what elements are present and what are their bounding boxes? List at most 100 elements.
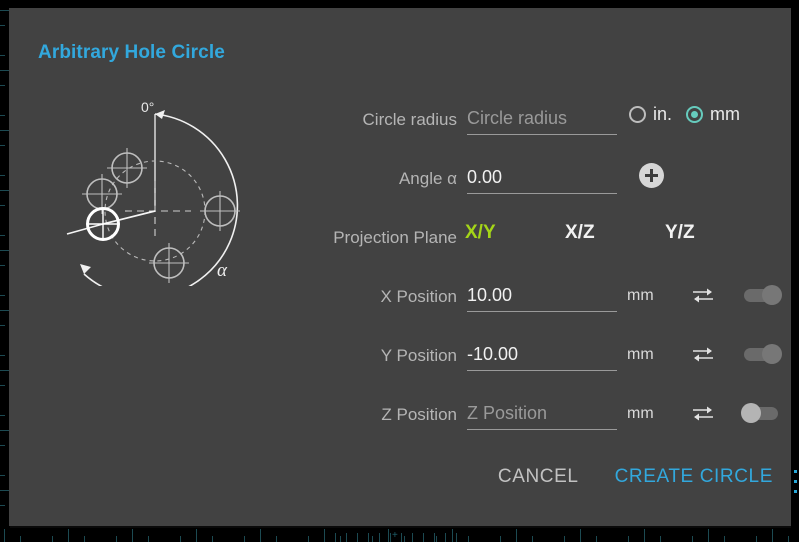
ruler-tick: [456, 533, 457, 542]
unit-option-mm[interactable]: mm: [686, 104, 740, 125]
ruler-origin-marker: +: [392, 530, 398, 541]
angle-input[interactable]: [467, 165, 617, 194]
x-position-toggle[interactable]: [741, 285, 783, 305]
ruler-tick: [0, 115, 5, 116]
ruler-tick: [580, 529, 581, 542]
ruler-bottom-scale: +: [0, 528, 799, 542]
ruler-tick: [500, 536, 501, 542]
row-x-position: X Position mm: [269, 275, 782, 334]
ruler-tick: [0, 325, 5, 326]
ruler-tick: [564, 536, 565, 542]
hole-marker-selected: [86, 207, 120, 241]
plane-option-yz[interactable]: Y/Z: [665, 222, 765, 244]
plane-option-xz[interactable]: X/Z: [565, 222, 665, 244]
row-projection-plane: Projection Plane X/Y X/Z Y/Z: [269, 216, 779, 275]
ruler-tick: [357, 533, 358, 542]
ruler-tick: [628, 536, 629, 542]
y-position-label: Y Position: [380, 346, 457, 365]
ruler-tick: [0, 25, 5, 26]
arrow-head-bottom: [80, 264, 91, 274]
ruler-tick: [324, 529, 325, 542]
hole-circle-form: Circle radius in. mm Angle α: [269, 98, 782, 452]
ruler-tick: [412, 533, 413, 542]
unit-mm-label: mm: [710, 104, 741, 124]
ruler-tick: [346, 533, 347, 542]
ruler-tick: [0, 55, 5, 56]
ruler-tick: [196, 529, 197, 542]
arrow-head-top: [155, 110, 165, 119]
cad-canvas: + Arbitrary Hole Circle 0° α Circle radi…: [0, 0, 799, 542]
ruler-tick: [390, 533, 391, 542]
ruler-tick: [401, 533, 402, 542]
y-position-toggle[interactable]: [741, 344, 783, 364]
y-position-input[interactable]: [467, 342, 617, 371]
arbitrary-hole-circle-dialog: Arbitrary Hole Circle 0° α Circle radius…: [9, 8, 791, 526]
plane-option-xy[interactable]: X/Y: [465, 222, 565, 244]
ruler-tick: [4, 529, 5, 542]
circle-radius-label: Circle radius: [362, 110, 457, 129]
ruler-tick: [0, 385, 5, 386]
status-dot: [794, 490, 797, 493]
ruler-tick: [724, 536, 725, 542]
ruler-tick: [84, 536, 85, 542]
create-circle-button[interactable]: CREATE CIRCLE: [613, 462, 775, 492]
hole-circle-diagram: 0° α: [66, 99, 240, 286]
z-position-label: Z Position: [381, 405, 457, 424]
projection-plane-options: X/Y X/Z Y/Z: [465, 222, 765, 244]
ruler-tick: [644, 529, 645, 542]
ruler-tick: [0, 175, 5, 176]
alpha-angle-label: α: [217, 260, 228, 281]
ruler-tick: [692, 536, 693, 542]
ruler-tick: [0, 505, 5, 506]
ruler-tick: [212, 536, 213, 542]
unit-radio-group: in. mm: [629, 104, 740, 125]
z-position-unit: mm: [627, 405, 654, 422]
ruler-tick: [452, 529, 453, 542]
ruler-tick: [379, 533, 380, 542]
toggle-knob: [762, 344, 782, 364]
hole-marker: [107, 148, 147, 188]
ruler-tick: [0, 85, 5, 86]
ruler-tick: [532, 536, 533, 542]
ruler-tick: [756, 536, 757, 542]
z-position-toggle[interactable]: [741, 403, 783, 423]
swap-arrows-icon[interactable]: [692, 286, 714, 304]
add-angle-icon[interactable]: [639, 163, 664, 188]
ruler-tick: [660, 536, 661, 542]
ruler-tick: [0, 445, 5, 446]
swap-arrows-icon[interactable]: [692, 345, 714, 363]
ruler-tick: [52, 536, 53, 542]
angle-label: Angle α: [398, 169, 457, 188]
ruler-tick: [260, 529, 261, 542]
radio-selected-icon: [686, 106, 704, 123]
cancel-button[interactable]: CANCEL: [496, 462, 581, 492]
ruler-tick: [468, 536, 469, 542]
unit-inch-label: in.: [653, 104, 673, 124]
ruler-tick: [0, 145, 5, 146]
ruler-tick: [0, 475, 5, 476]
ruler-tick: [772, 529, 773, 542]
ruler-tick: [436, 536, 437, 542]
projection-plane-label: Projection Plane: [333, 228, 457, 247]
ruler-tick: [276, 536, 277, 542]
row-circle-radius: Circle radius in. mm: [269, 98, 779, 157]
x-position-input[interactable]: [467, 283, 617, 312]
toggle-knob: [762, 285, 782, 305]
x-position-unit: mm: [627, 287, 654, 304]
radius-line-extension: [66, 223, 104, 235]
hole-marker: [200, 191, 240, 231]
unit-option-inch[interactable]: in.: [629, 104, 672, 125]
canvas-right-edge: [791, 0, 799, 542]
ruler-tick: [788, 536, 789, 542]
z-position-input[interactable]: [467, 401, 617, 430]
ruler-tick: [0, 295, 5, 296]
row-angle: Angle α: [269, 157, 779, 216]
swap-arrows-icon[interactable]: [692, 404, 714, 422]
dialog-actions: CANCEL CREATE CIRCLE: [496, 462, 775, 492]
ruler-tick: [340, 536, 341, 542]
radio-icon: [629, 106, 646, 123]
ruler-tick: [708, 529, 709, 542]
circle-radius-input[interactable]: [467, 106, 617, 135]
ruler-tick: [445, 533, 446, 542]
ruler-tick: [116, 536, 117, 542]
